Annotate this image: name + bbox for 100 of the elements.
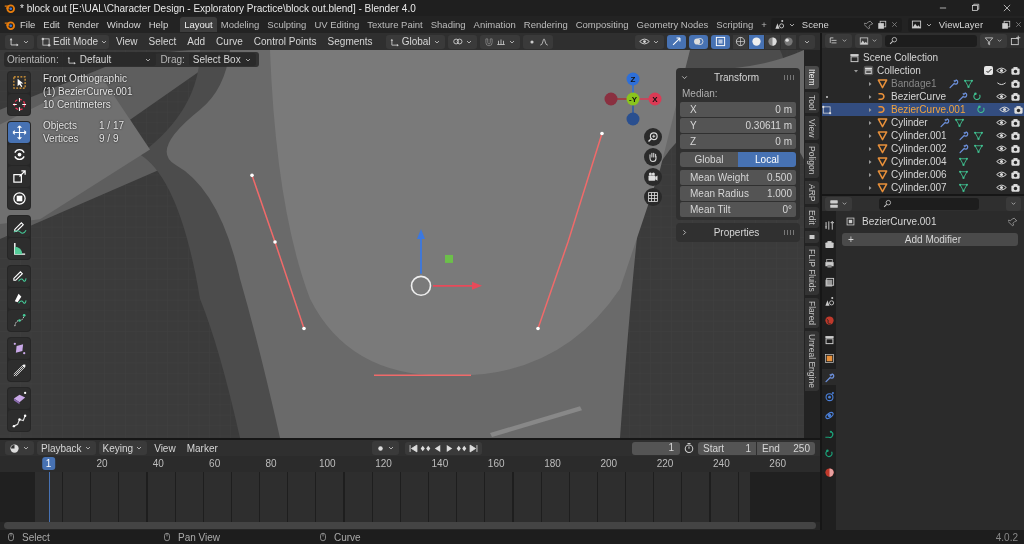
frame-number: 220	[656, 458, 674, 469]
start-frame-field[interactable]: Start 1	[698, 441, 756, 455]
number-field[interactable]: Mean Weight 0.500	[680, 170, 796, 185]
frame-number: 180	[544, 458, 561, 469]
menu-item[interactable]: Keying	[98, 441, 148, 455]
outliner-row[interactable]: BezierCurve.001	[822, 103, 1024, 116]
frame-number: 40	[152, 458, 164, 469]
mode-dropdown[interactable]: Edit Mode	[37, 34, 109, 49]
menu-item[interactable]: Curve	[212, 35, 247, 48]
sidebar-tab[interactable]: Poligon	[805, 143, 819, 178]
navigation-gizmo[interactable]: Z -Y X	[602, 70, 664, 128]
menu-item[interactable]: Add	[183, 35, 210, 48]
add-workspace-button[interactable]: +	[757, 17, 771, 32]
workspace-tab[interactable]: Sculpting	[263, 17, 311, 32]
outliner-row[interactable]: Cylinder.001	[822, 129, 1024, 142]
workspace-tab[interactable]: Rendering	[519, 17, 572, 32]
frame-number: 140	[431, 458, 449, 469]
frame-number: 260	[769, 458, 786, 469]
sidebar-tab[interactable]: Item	[805, 66, 819, 89]
workspace-tab[interactable]: Compositing	[571, 17, 633, 32]
panel-header[interactable]: Transform	[680, 71, 796, 84]
object-name: BezierCurve.001	[862, 216, 938, 227]
number-field[interactable]: X 0 m	[680, 102, 796, 117]
orientation-label: Orientation:	[7, 54, 59, 65]
number-field[interactable]: Y 0.30611 m	[680, 118, 796, 133]
sidebar-tab[interactable]: ARP	[805, 180, 819, 205]
menu-item[interactable]: Render	[63, 18, 103, 31]
outliner-row[interactable]: BezierCurve	[822, 90, 1024, 103]
workspace-tab[interactable]: Modeling	[216, 17, 264, 32]
sidebar-tab[interactable]: Edit	[805, 207, 819, 228]
number-field[interactable]: Mean Radius 1.000	[680, 186, 796, 201]
outliner-item-name: Cylinder.001	[891, 130, 947, 141]
workspace-tab[interactable]: Shading	[426, 17, 470, 32]
menu-item[interactable]: Playback	[37, 441, 96, 455]
stat-value: 1 / 17	[99, 120, 126, 131]
menu-item[interactable]: Select	[144, 35, 181, 48]
frame-number: 20	[96, 458, 108, 469]
frame-number: 120	[375, 458, 392, 469]
outliner-row[interactable]: Bandage1	[822, 77, 1024, 90]
outliner-row[interactable]: Collection	[822, 64, 1024, 77]
menu-item[interactable]: Segments	[323, 35, 377, 48]
workspace-tab[interactable]: Geometry Nodes	[632, 17, 713, 32]
frame-number: 160	[487, 458, 505, 469]
viewport-info-text: 10 Centimeters	[43, 99, 112, 110]
menu-item[interactable]: File	[16, 18, 40, 31]
menu-item[interactable]: Control Points	[249, 35, 321, 48]
menu-item[interactable]: View	[150, 441, 180, 455]
workspace-tab[interactable]: Texture Paint	[363, 17, 427, 32]
workspace-tab[interactable]: UV Editing	[310, 17, 364, 32]
frame-field[interactable]: 1	[632, 441, 680, 455]
workspace-tab[interactable]: Animation	[469, 17, 520, 32]
add-modifier-button[interactable]: + Add Modifier	[842, 233, 1018, 246]
playhead-frame[interactable]: 1	[41, 457, 56, 470]
axis-label: Z	[630, 75, 636, 84]
viewport-info-text: (1) BezierCurve.001	[43, 86, 133, 97]
outliner-row[interactable]: Cylinder.007	[822, 181, 1024, 194]
sidebar-tab[interactable]: View	[805, 116, 819, 141]
menu-item[interactable]: Edit	[39, 18, 64, 31]
axis-label: X	[652, 95, 658, 104]
status-hint: Select	[22, 531, 50, 543]
sidebar-tab[interactable]: Tool	[805, 91, 819, 114]
outliner-item-name: BezierCurve.001	[891, 104, 966, 115]
frame-number: 100	[318, 458, 336, 469]
status-hint: Curve	[334, 531, 361, 543]
window-title: * block out [E:\UAL\Character Design - Exploratory Practice\block out.blend] - Blender 4.0	[20, 2, 417, 14]
view-layer-name: ViewLayer	[937, 19, 985, 30]
menu-item[interactable]: Help	[144, 18, 173, 31]
outliner-item-name: Cylinder.004	[891, 156, 947, 167]
sidebar-tab[interactable]: Flared	[805, 297, 819, 328]
workspace-tab[interactable]: Scripting	[712, 17, 758, 32]
number-field[interactable]: Z 0 m	[680, 134, 796, 149]
outliner-row[interactable]: Cylinder.006	[822, 168, 1024, 181]
view-layer-selector[interactable]: ViewLayer	[907, 17, 1024, 32]
outliner-item-name: Cylinder	[891, 117, 928, 128]
sidebar-tab[interactable]: FLIP Fluids	[805, 245, 819, 295]
toggle-button[interactable]: Local	[738, 152, 796, 167]
outliner-row[interactable]: Cylinder.004	[822, 155, 1024, 168]
sidebar-tab[interactable]: Unreal Engine	[805, 330, 819, 391]
outliner-item-name: Bandage1	[891, 78, 937, 89]
drag-dropdown[interactable]: Select Box	[188, 53, 256, 66]
outliner-row[interactable]: Scene Collection	[822, 51, 1024, 64]
orientation-dropdown[interactable]: Global	[385, 34, 445, 49]
drag-label: Drag:	[160, 54, 185, 65]
scene-name: Scene	[800, 19, 830, 30]
menu-item[interactable]: Marker	[182, 441, 222, 455]
workspace-tab[interactable]: Layout	[180, 17, 217, 32]
outliner-item-name: Cylinder.006	[891, 169, 947, 180]
menu-item[interactable]: View	[112, 35, 142, 48]
median-label: Median:	[681, 87, 719, 101]
panel-header[interactable]: Properties	[680, 226, 796, 239]
scene-selector[interactable]: Scene	[770, 17, 902, 32]
menu-item[interactable]: Window	[102, 18, 145, 31]
number-field[interactable]: Mean Tilt 0°	[680, 202, 796, 217]
toggle-button[interactable]: Global	[680, 152, 738, 167]
outliner-row[interactable]: Cylinder.002	[822, 142, 1024, 155]
stat-label: Vertices	[43, 133, 80, 144]
end-frame-field[interactable]: End 250	[757, 441, 815, 455]
frame-number: 80	[265, 458, 277, 469]
outliner-row[interactable]: Cylinder	[822, 116, 1024, 129]
outliner-item-name: BezierCurve	[891, 91, 947, 102]
